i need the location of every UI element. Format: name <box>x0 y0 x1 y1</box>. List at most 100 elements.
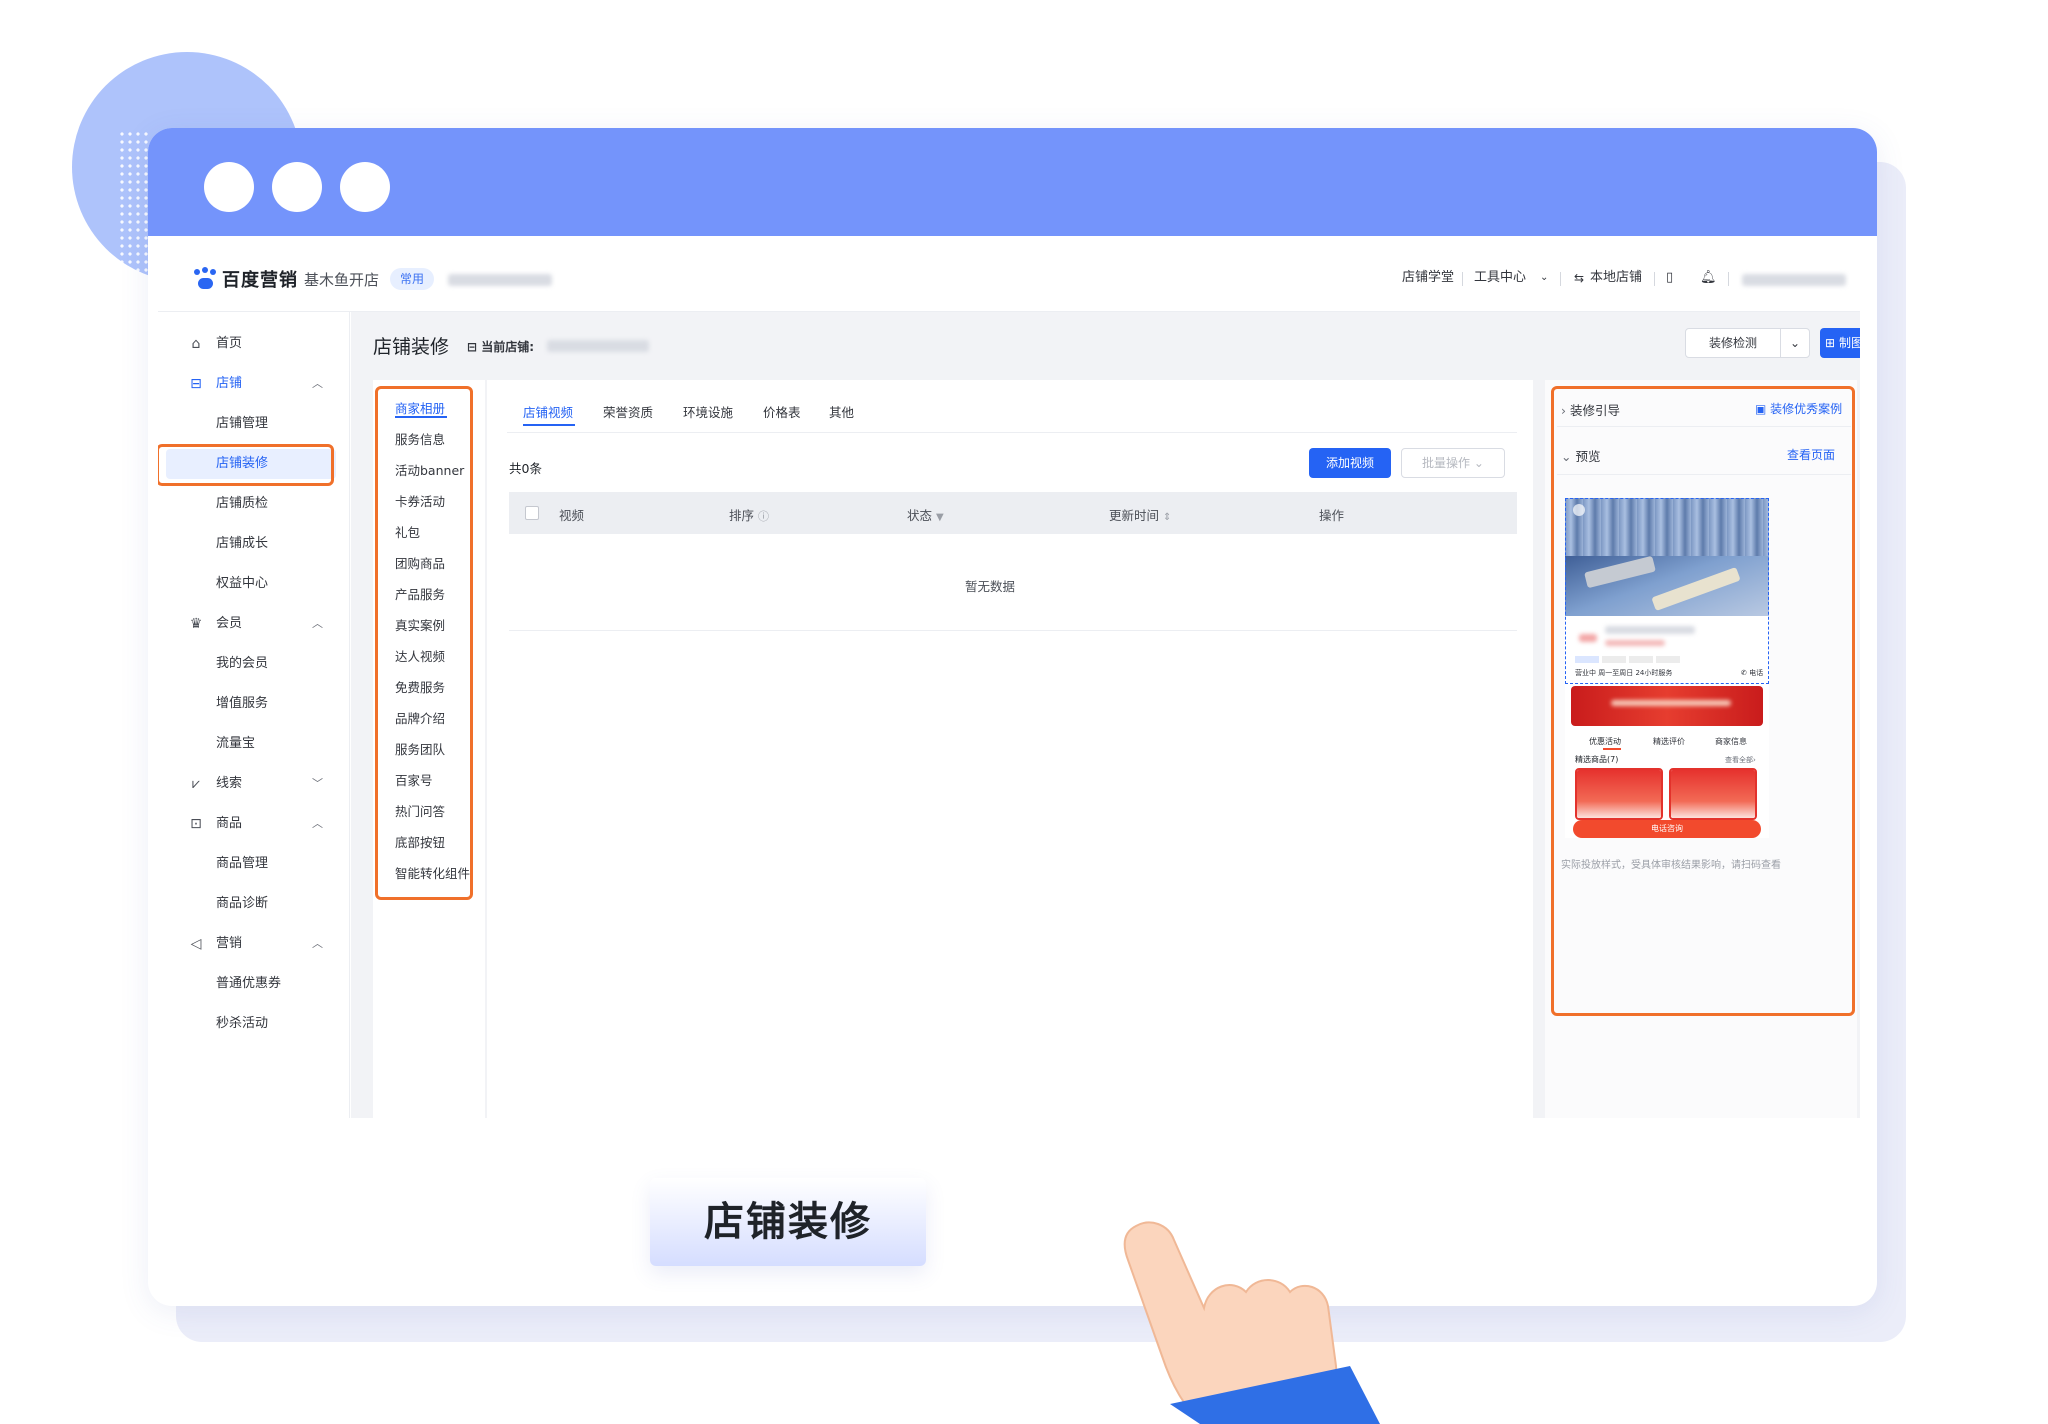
chevron-down-icon[interactable]: ⌄ <box>1540 268 1548 288</box>
product-name: 基木鱼开店 <box>304 270 380 289</box>
sidebar-item-traffic[interactable]: 流量宝 <box>158 728 350 760</box>
tab-other[interactable]: 其他 <box>829 402 854 421</box>
category-item[interactable]: 智能转化组件 <box>395 863 470 882</box>
category-item-album[interactable]: 商家相册 <box>395 398 445 417</box>
sidebar-item-benefits[interactable]: 权益中心 <box>158 568 350 600</box>
batch-action-button[interactable]: 批量操作 ⌄ <box>1401 448 1505 478</box>
excellent-cases-link[interactable]: ▣ 装修优秀案例 <box>1755 400 1842 417</box>
sidebar-item-flash-sale[interactable]: 秒杀活动 <box>158 1008 350 1040</box>
preview-tab-promo[interactable]: 优惠活动 <box>1589 736 1621 747</box>
category-item[interactable]: 底部按钮 <box>395 832 445 851</box>
sidebar-item-store-quality[interactable]: 店铺质检 <box>158 488 350 520</box>
sidebar-item-value-added[interactable]: 增值服务 <box>158 688 350 720</box>
sort-icon[interactable]: ⇕ <box>1163 512 1171 523</box>
store-icon: ⊟ <box>190 376 202 392</box>
phone-contact[interactable]: ✆ 电话 <box>1741 668 1763 678</box>
help-icon[interactable]: ⓘ <box>758 510 769 523</box>
category-item[interactable]: 团购商品 <box>395 553 445 572</box>
category-item[interactable]: 品牌介绍 <box>395 708 445 727</box>
phone-preview[interactable]: 营业中 周一至周日 24小时服务 ✆ 电话 优惠活动 精选评价 商家信息 精选商 <box>1565 498 1769 838</box>
phone-icon: ✆ <box>1741 669 1747 677</box>
phone-icon[interactable]: ▯ <box>1666 268 1673 288</box>
sidebar-item-label: 普通优惠券 <box>216 976 282 991</box>
tabs-divider <box>507 432 1517 433</box>
user-name-blurred[interactable] <box>1742 274 1846 286</box>
tool-center-link[interactable]: 工具中心 <box>1474 268 1526 288</box>
chevron-right-icon: › <box>1561 403 1566 418</box>
sidebar-item-store[interactable]: ⊟ 店铺 ︿ <box>158 368 350 400</box>
store-name-blurred <box>547 340 649 352</box>
goods-card-2[interactable] <box>1669 768 1757 820</box>
tab-environment[interactable]: 环境设施 <box>683 402 733 421</box>
category-item[interactable]: 免费服务 <box>395 677 445 696</box>
tab-honors[interactable]: 荣誉资质 <box>603 402 653 421</box>
sidebar-item-label: 店铺 <box>216 376 243 391</box>
sidebar-item-member[interactable]: ♛ 会员 ︿ <box>158 608 350 640</box>
preview-tab-reviews[interactable]: 精选评价 <box>1653 736 1685 747</box>
record-count: 共0条 <box>509 461 542 476</box>
category-item[interactable]: 产品服务 <box>395 584 445 603</box>
view-all-link[interactable]: 查看全部› <box>1725 755 1756 765</box>
window-dot-2[interactable] <box>272 162 322 212</box>
sidebar-item-my-member[interactable]: 我的会员 <box>158 648 350 680</box>
preview-tab-info[interactable]: 商家信息 <box>1715 736 1747 747</box>
category-item[interactable]: 活动banner <box>395 460 464 479</box>
divider <box>1728 272 1729 286</box>
window-dot-1[interactable] <box>204 162 254 212</box>
tab-price-list[interactable]: 价格表 <box>763 402 801 421</box>
switch-icon: ⇆ <box>1574 271 1585 285</box>
promo-banner[interactable] <box>1571 686 1763 726</box>
category-item[interactable]: 热门问答 <box>395 801 445 820</box>
add-video-button[interactable]: 添加视频 <box>1309 448 1391 478</box>
sidebar-item-marketing[interactable]: ◁ 营销 ︿ <box>158 928 350 960</box>
tab-store-video[interactable]: 店铺视频 <box>523 402 573 421</box>
megaphone-icon: ◁ <box>190 936 202 952</box>
category-item[interactable]: 服务团队 <box>395 739 445 758</box>
filter-icon[interactable]: ▼ <box>936 512 944 523</box>
sidebar-item-store-decor[interactable]: 店铺装修 <box>158 448 350 480</box>
sidebar-item-label: 秒杀活动 <box>216 1016 269 1031</box>
sidebar-item-leads[interactable]: ⩗ 线索 ﹀ <box>158 768 350 800</box>
goods-image-2 <box>1671 770 1755 818</box>
store-academy-link[interactable]: 店铺学堂 <box>1402 268 1454 288</box>
sidebar-item-store-growth[interactable]: 店铺成长 <box>158 528 350 560</box>
category-item[interactable]: 服务信息 <box>395 429 445 448</box>
local-store-link[interactable]: 本地店铺 <box>1590 268 1642 288</box>
sidebar-item-label: 流量宝 <box>216 736 256 751</box>
goods-card-1[interactable] <box>1575 768 1663 820</box>
common-tag[interactable]: 常用 <box>390 268 435 290</box>
window-dot-3[interactable] <box>340 162 390 212</box>
column-actions: 操作 <box>1319 508 1345 523</box>
select-all-checkbox[interactable] <box>525 506 539 520</box>
sidebar-item-home[interactable]: ⌂ 首页 <box>158 328 350 360</box>
view-page-link[interactable]: 查看页面 <box>1787 446 1835 463</box>
caption-button[interactable]: 店铺装修 <box>650 1178 926 1266</box>
bell-icon[interactable]: 🔔︎ <box>1700 268 1717 288</box>
sidebar-item-goods[interactable]: ⊡ 商品 ︿ <box>158 808 350 840</box>
category-item[interactable]: 卡券活动 <box>395 491 445 510</box>
sidebar-item-label: 商品 <box>216 816 243 831</box>
sidebar-item-coupon[interactable]: 普通优惠券 <box>158 968 350 1000</box>
logo-blurred <box>1579 634 1597 642</box>
category-item[interactable]: 达人视频 <box>395 646 445 665</box>
category-item[interactable]: 真实案例 <box>395 615 445 634</box>
category-item[interactable]: 礼包 <box>395 522 420 541</box>
preview-toggle[interactable]: ⌄ 预览 <box>1561 446 1600 465</box>
make-image-button[interactable]: ⊞ 制图工 <box>1820 328 1860 358</box>
category-item[interactable]: 百家号 <box>395 770 433 789</box>
goods-section-title: 精选商品(7) <box>1575 755 1619 764</box>
preview-tab-underline <box>1603 748 1621 750</box>
decor-check-button[interactable]: 装修检测 <box>1685 328 1781 358</box>
decor-guide-toggle[interactable]: › 装修引导 <box>1561 400 1620 419</box>
chevron-down-icon[interactable]: ⌄ <box>1780 328 1810 358</box>
brand-logo[interactable]: 百度营销 基木鱼开店 <box>194 266 379 292</box>
call-consult-button[interactable]: 电话咨询 <box>1573 820 1761 838</box>
stage: 百度营销 基木鱼开店 常用 店铺学堂 工具中心 ⌄ ⇆ 本地店铺 ▯ 🔔︎ ⌂ … <box>0 0 2048 1424</box>
sidebar-item-goods-manage[interactable]: 商品管理 <box>158 848 350 880</box>
decor-dots <box>118 130 152 350</box>
sidebar-item-store-manage[interactable]: 店铺管理 <box>158 408 350 440</box>
paw-icon <box>194 267 218 291</box>
column-video: 视频 <box>559 508 585 523</box>
sidebar-item-goods-diagnose[interactable]: 商品诊断 <box>158 888 350 920</box>
sidebar-item-label: 商品管理 <box>216 856 269 871</box>
